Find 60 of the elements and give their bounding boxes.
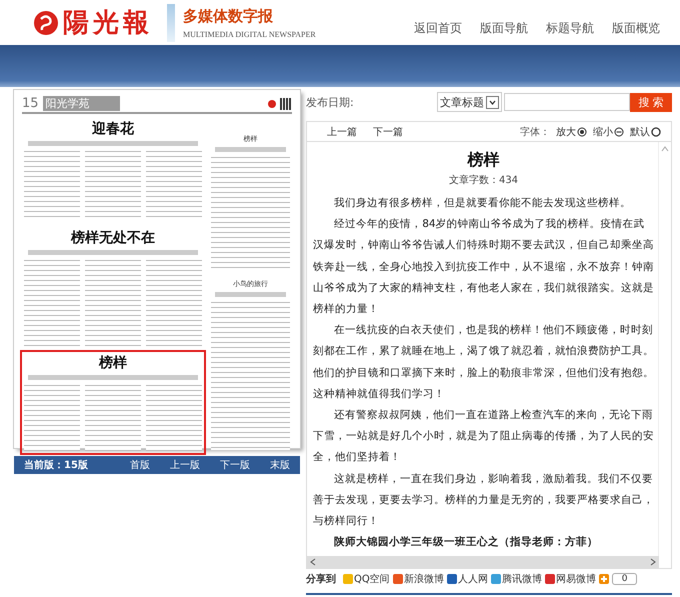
horizontal-scrollbar[interactable] xyxy=(307,556,659,568)
search-type-dropdown[interactable]: 文章标题 xyxy=(437,92,502,112)
share-link[interactable]: 人人网 xyxy=(446,572,488,586)
masthead-logo-icon xyxy=(268,100,276,108)
page-link[interactable]: 下一版 xyxy=(220,458,250,472)
share-link[interactable]: 新浪微博 xyxy=(392,572,444,586)
article-paragraph: 我们身边有很多榜样，但是就要看你能不能去发现这些榜样。 xyxy=(333,196,632,211)
share-link[interactable]: 腾讯微博 xyxy=(490,572,542,586)
scroll-left-icon[interactable] xyxy=(310,558,316,566)
share-label: 分享到 xyxy=(306,572,336,586)
logo-divider-bar xyxy=(167,4,175,42)
nav-link[interactable]: 版面概览 xyxy=(612,20,660,37)
page-link[interactable]: 首版 xyxy=(130,458,150,472)
current-page-label: 当前版：15版 xyxy=(24,458,88,472)
article-headline: 榜样 xyxy=(98,354,128,372)
font-size-label: 字体： xyxy=(520,126,550,138)
date-label: 发布日期: xyxy=(306,94,354,110)
logo-icon xyxy=(33,10,59,36)
page-link[interactable]: 末版 xyxy=(270,458,290,472)
article-paragraph: 在一线抗疫的白衣天使们，也是我的榜样！他们不顾疲倦，时时刻刻都在工作，累了就睡在地上，渴了饿了就忍着，就怕浪费防护工具。他们的护目镜和口罩摘下来时，脸上的勒痕非常深，但他们没有抱怨。这种精神就值得我们学习！ xyxy=(313,323,654,402)
circle-icon xyxy=(651,126,661,136)
article-paragraph: 这就是榜样，一直在我们身边，影响着我，激励着我。我们不仅要善于去发现，更要去学习。榜样的力量是无穷的，我要严格要求自己，与榜样同行！ xyxy=(313,472,654,530)
font-size-option[interactable]: 默认 xyxy=(630,124,661,138)
page-link[interactable]: 上一版 xyxy=(170,458,200,472)
font-size-option[interactable]: 放大 xyxy=(556,124,587,138)
article-area[interactable]: 迎春花 xyxy=(22,118,204,223)
article-headline: 榜样无处不在 xyxy=(70,229,156,247)
article-headline: 迎春花 xyxy=(91,120,135,138)
article-nav-link[interactable]: 上一篇 xyxy=(327,124,357,138)
search-field[interactable] xyxy=(504,93,630,111)
product-subtitle: MULTIMEDIA DIGITAL NEWSPAPER xyxy=(183,30,316,38)
logo-text: 陽光報 xyxy=(63,7,153,40)
author-signature: 陕师大锦园小学三年级一班王心之（指导老师：方菲） xyxy=(333,534,600,550)
article-nav-link[interactable]: 下一篇 xyxy=(373,124,403,138)
share-link[interactable]: QQ空间 xyxy=(343,572,390,586)
search-button[interactable]: 搜 索 xyxy=(630,92,672,112)
nav-link[interactable]: 标题导航 xyxy=(546,20,594,37)
article-title: 榜样 xyxy=(466,150,500,171)
nav-link[interactable]: 版面导航 xyxy=(480,20,528,37)
qr-code-icon xyxy=(280,98,292,110)
section-name: 阳光学苑 xyxy=(42,96,120,111)
dot-circle-icon xyxy=(577,126,587,136)
article-area[interactable]: 榜样无处不在 xyxy=(22,227,204,348)
font-size-option[interactable]: 缩小 xyxy=(593,124,624,138)
article-paragraph: 经过今年的疫情，84岁的钟南山爷爷成为了我的榜样。疫情在武汉爆发时，钟南山爷爷告诫人们特殊时期不要去武汉，但自己却乘坐高铁奔赴一线，全身心地投入到抗疫工作中，从不退缩，永不放弃！钟南山爷爷成为了大家的精神支柱，有他老人家在，我们就很踏实。这就是榜样的力量！ xyxy=(313,217,654,318)
byline-bar xyxy=(215,147,286,152)
share-count: 0 xyxy=(612,573,638,585)
byline-bar xyxy=(215,292,286,297)
word-count: 文章字数：434 xyxy=(448,174,520,187)
plus-square-icon[interactable] xyxy=(598,574,609,584)
product-title: 多媒体数字报 xyxy=(183,6,274,26)
minus-circle-icon xyxy=(614,126,624,136)
page-number: 15 xyxy=(22,96,39,111)
article-paragraph: 还有警察叔叔阿姨，他们一直在道路上检查汽车的来向，无论下雨下雪，一站就是好几个小时，就是为了阻止病毒的传播，为了人民的安全，他们坚持着！ xyxy=(313,408,654,466)
share-link[interactable]: 网易微博 xyxy=(544,572,596,586)
scroll-right-icon[interactable] xyxy=(650,558,656,566)
scroll-up-icon[interactable] xyxy=(661,146,669,152)
text-column-drawing xyxy=(24,383,80,451)
text-column-drawing xyxy=(146,383,202,451)
nav-link[interactable]: 返回首页 xyxy=(414,20,462,37)
